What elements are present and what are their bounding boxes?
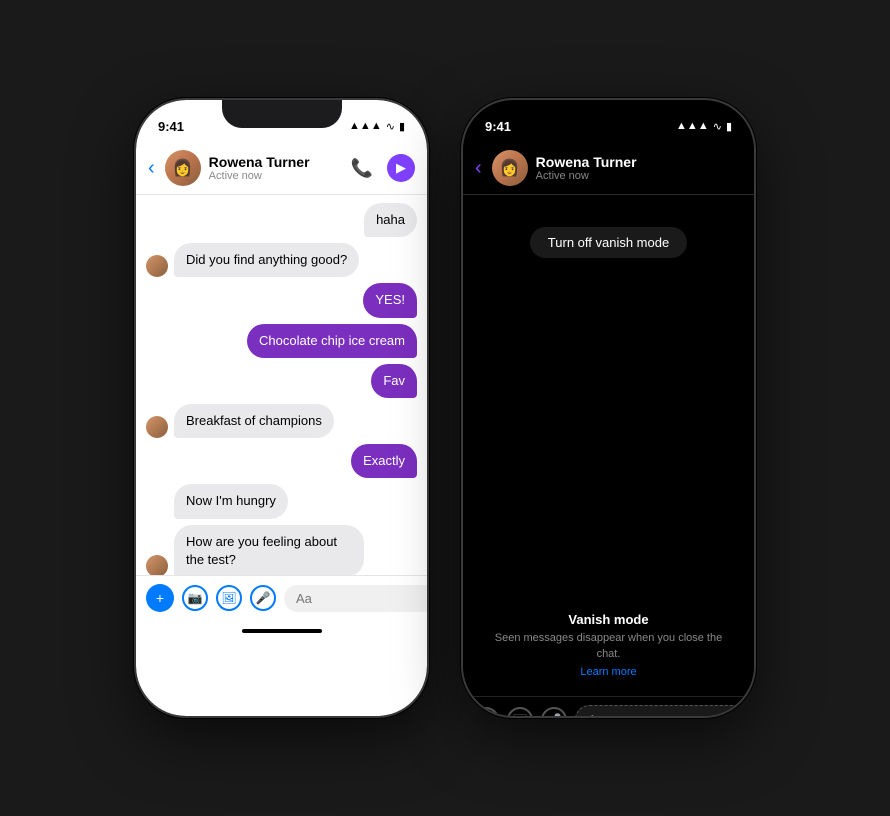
time-left: 9:41 (158, 119, 184, 134)
msg-text-3: YES! (375, 292, 405, 307)
msg-row-7: Exactly (146, 444, 417, 478)
msg-text-2: Did you find anything good? (186, 252, 347, 267)
message-input-right[interactable] (575, 705, 754, 716)
wifi-icon-left: ∿ (386, 120, 395, 133)
phones-container: 9:41 ▲▲▲ ∿ ▮ ‹ 👩 Rowena Turner Active n (134, 98, 756, 718)
learn-more-link[interactable]: Learn more (580, 666, 636, 678)
contact-status-right: Active now (536, 170, 742, 182)
bubble-6: Breakfast of champions (174, 404, 334, 438)
msg-row-2: Did you find anything good? (146, 243, 417, 277)
wifi-icon-right: ∿ (713, 120, 722, 133)
phone-right: 9:41 ▲▲▲ ∿ ▮ ‹ 👩 Rowena Turner Active n (461, 98, 756, 718)
msg-row-1: haha (146, 203, 417, 237)
signal-icon-right: ▲▲▲ (676, 120, 709, 132)
avatar-image-left: 👩 (165, 150, 201, 186)
msg-text-1: haha (376, 212, 405, 227)
contact-info-left: Rowena Turner Active now (209, 154, 343, 183)
chat-header-right: ‹ 👩 Rowena Turner Active now (463, 144, 754, 195)
contact-status-left: Active now (209, 170, 343, 182)
home-indicator-left (136, 624, 427, 638)
battery-icon-left: ▮ (399, 120, 405, 133)
avatar-msg-6 (146, 416, 168, 438)
vanish-title: Vanish mode (491, 612, 726, 627)
msg-text-8: Now I'm hungry (186, 493, 276, 508)
avatar-right: 👩 (492, 150, 528, 186)
bubble-3: YES! (363, 283, 417, 317)
home-bar-left (242, 629, 322, 633)
phone-left-content: ‹ 👩 Rowena Turner Active now 📞 ▶ (136, 144, 427, 716)
vanish-banner[interactable]: Turn off vanish mode (530, 227, 687, 258)
msg-text-4: Chocolate chip ice cream (259, 333, 405, 348)
vanish-banner-row: Turn off vanish mode (530, 203, 687, 274)
msg-row-3: YES! (146, 283, 417, 317)
battery-icon-right: ▮ (726, 120, 732, 133)
msg-text-7: Exactly (363, 453, 405, 468)
message-input-left[interactable] (284, 585, 427, 612)
phone-right-screen: 9:41 ▲▲▲ ∿ ▮ ‹ 👩 Rowena Turner Active n (463, 100, 754, 716)
back-button-right[interactable]: ‹ (475, 157, 482, 180)
call-icon-left[interactable]: 📞 (351, 158, 373, 179)
avatar-image-right: 👩 (492, 150, 528, 186)
msg-row-5: Fav (146, 364, 417, 398)
messages-area-left: haha Did you find anything good? YES! (136, 195, 427, 575)
msg-row-4: Chocolate chip ice cream (146, 324, 417, 358)
vanish-info: Vanish mode Seen messages disappear when… (471, 604, 746, 688)
bubble-9: How are you feeling about the test? (174, 525, 364, 576)
avatar-placeholder-8 (146, 497, 168, 519)
header-actions-left: 📞 ▶ (351, 154, 415, 182)
phone-right-content: ‹ 👩 Rowena Turner Active now Turn off va… (463, 144, 754, 716)
msg-text-5: Fav (383, 373, 405, 388)
video-button-left[interactable]: ▶ (387, 154, 415, 182)
chat-header-left: ‹ 👩 Rowena Turner Active now 📞 ▶ (136, 144, 427, 195)
msg-text-6: Breakfast of champions (186, 413, 322, 428)
time-right: 9:41 (485, 119, 511, 134)
gallery-button-left[interactable]: 🖼 (216, 585, 242, 611)
notch-left (222, 100, 342, 128)
gallery-button-right[interactable]: 🖼 (507, 707, 533, 717)
avatar-msg-2 (146, 255, 168, 277)
msg-row-8: Now I'm hungry (146, 484, 417, 518)
status-icons-right: ▲▲▲ ∿ ▮ (676, 120, 732, 133)
vanish-banner-text: Turn off vanish mode (548, 235, 669, 250)
input-bar-left: + 📷 🖼 🎤 😊 👍 (136, 575, 427, 624)
vanish-desc: Seen messages disappear when you close t… (491, 631, 726, 662)
phone-left: 9:41 ▲▲▲ ∿ ▮ ‹ 👩 Rowena Turner Active n (134, 98, 429, 718)
mic-button-left[interactable]: 🎤 (250, 585, 276, 611)
dark-chat-area: Turn off vanish mode Vanish mode Seen me… (463, 195, 754, 696)
msg-row-6: Breakfast of champions (146, 404, 417, 438)
notch-right (549, 100, 669, 128)
bubble-5: Fav (371, 364, 417, 398)
bubble-1: haha (364, 203, 417, 237)
input-bar-right: 📷 🖼 🎤 😊 👍 (463, 696, 754, 716)
contact-info-right: Rowena Turner Active now (536, 154, 742, 183)
msg-text-9: How are you feeling about the test? (186, 534, 337, 567)
back-button-left[interactable]: ‹ (148, 157, 155, 180)
bubble-2: Did you find anything good? (174, 243, 359, 277)
bubble-7: Exactly (351, 444, 417, 478)
phone-left-screen: 9:41 ▲▲▲ ∿ ▮ ‹ 👩 Rowena Turner Active n (136, 100, 427, 716)
avatar-msg-9 (146, 555, 168, 575)
contact-name-right: Rowena Turner (536, 154, 742, 171)
mic-button-right[interactable]: 🎤 (541, 707, 567, 717)
avatar-left: 👩 (165, 150, 201, 186)
camera-button-right[interactable]: 📷 (473, 707, 499, 717)
add-icon-left: + (156, 590, 164, 606)
camera-button-left[interactable]: 📷 (182, 585, 208, 611)
bubble-4: Chocolate chip ice cream (247, 324, 417, 358)
msg-row-9: How are you feeling about the test? (146, 525, 417, 576)
contact-name-left: Rowena Turner (209, 154, 343, 171)
status-icons-left: ▲▲▲ ∿ ▮ (349, 120, 405, 133)
video-icon-left: ▶ (396, 160, 406, 176)
signal-icon-left: ▲▲▲ (349, 120, 382, 132)
add-button-left[interactable]: + (146, 584, 174, 612)
bubble-8: Now I'm hungry (174, 484, 288, 518)
